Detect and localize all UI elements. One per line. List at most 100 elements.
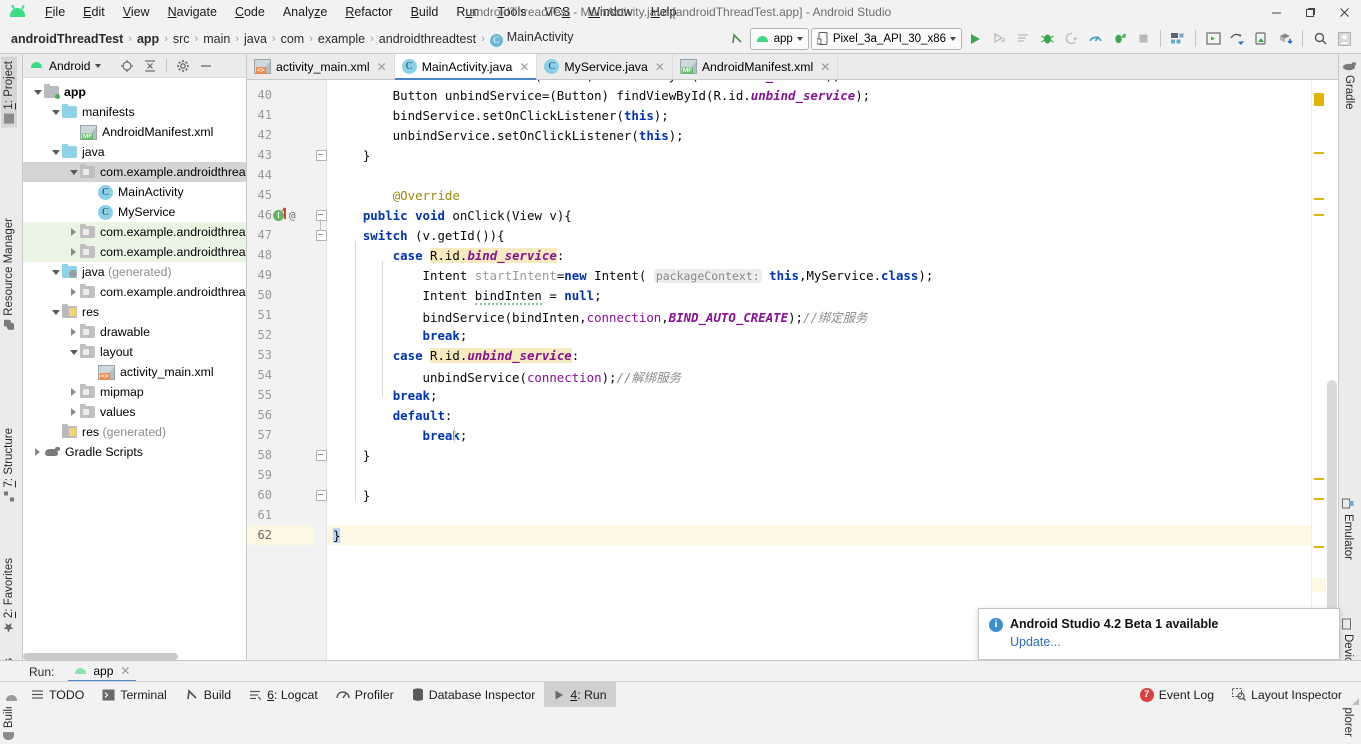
settings-gear-icon[interactable] <box>176 59 190 73</box>
breadcrumb-item-app[interactable]: app <box>134 31 162 47</box>
code-line[interactable]: @Override <box>333 188 460 203</box>
code-line[interactable]: } <box>333 528 341 543</box>
breadcrumb-item-androidthreadtest[interactable]: androidThreadTest <box>8 31 126 47</box>
breadcrumb-item-com[interactable]: com <box>278 31 308 47</box>
warning-marker[interactable] <box>1314 93 1324 106</box>
status-button-build[interactable]: Build <box>176 682 240 707</box>
right-rail-gradle[interactable]: Gradle <box>1340 56 1358 114</box>
code-line[interactable]: bindService.setOnClickListener(this); <box>333 108 669 123</box>
status-button-todo[interactable]: TODO <box>22 682 93 707</box>
code-line[interactable]: Button unbindService=(Button) findViewBy… <box>333 88 870 103</box>
menu-window[interactable]: Window <box>579 3 641 21</box>
breadcrumb-item-androidthreadtest[interactable]: androidthreadtest <box>376 31 479 47</box>
warning-marker[interactable] <box>1314 478 1324 480</box>
tree-right-arrow-icon[interactable] <box>67 288 80 296</box>
override-method-icon[interactable]: I <box>273 210 284 221</box>
editor-tab-mainactivity-java[interactable]: C MainActivity.java ✕ <box>394 54 538 80</box>
tree-node[interactable]: com.example.androidthrea <box>23 222 246 242</box>
notification-update-link[interactable]: Update... <box>1010 635 1329 649</box>
tree-node[interactable]: <> activity_main.xml <box>23 362 246 382</box>
code-line[interactable]: unbindService.setOnClickListener(this); <box>333 128 684 143</box>
attach-debugger-icon[interactable] <box>1060 28 1082 50</box>
tree-right-arrow-icon[interactable] <box>67 248 80 256</box>
code-line[interactable]: bindService(bindInten,connection,BIND_AU… <box>333 308 868 326</box>
code-line[interactable]: break; <box>333 328 468 343</box>
breadcrumb-item-java[interactable]: java <box>241 31 270 47</box>
apply-code-changes-icon[interactable] <box>1012 28 1034 50</box>
close-icon[interactable]: ✕ <box>655 60 665 74</box>
tree-node[interactable]: java (generated) <box>23 262 246 282</box>
code-line[interactable]: } <box>333 448 370 463</box>
status-button-terminal[interactable]: Terminal <box>93 682 175 707</box>
breadcrumb-item-mainactivity[interactable]: C MainActivity <box>487 29 577 48</box>
back-arrow-icon[interactable] <box>726 28 748 50</box>
maximize-button[interactable] <box>1293 0 1327 24</box>
menu-help[interactable]: Help <box>642 3 686 21</box>
editor-tab-myservice-java[interactable]: C MyService.java ✕ <box>537 54 673 79</box>
tree-node[interactable]: com.example.androidthrea <box>23 282 246 302</box>
menu-navigate[interactable]: Navigate <box>159 3 226 21</box>
run-tab-app[interactable]: app ✕ <box>68 661 137 682</box>
locate-icon[interactable] <box>120 59 134 73</box>
line-number-gutter[interactable]: 39 40 41 42 43 44 45 46 47 48 49 50 51 52 53 54 55 56 57 58… <box>247 80 314 661</box>
breadcrumb-item-src[interactable]: src <box>170 31 193 47</box>
collapse-all-icon[interactable] <box>143 59 157 73</box>
run-configuration-selector[interactable]: app <box>749 27 809 50</box>
left-rail-7-structure[interactable]: 7: Structure <box>1 424 17 505</box>
fold-gutter[interactable] <box>314 80 327 661</box>
code-fold-toggle[interactable] <box>316 210 327 221</box>
stop-icon[interactable] <box>1132 28 1154 50</box>
code-line[interactable]: } <box>333 148 370 163</box>
avd-manager-icon[interactable] <box>1167 28 1189 50</box>
notification-balloon[interactable]: i Android Studio 4.2 Beta 1 available Up… <box>978 608 1340 660</box>
code-line[interactable]: Intent startIntent=new Intent( packageCo… <box>333 268 933 283</box>
editor-scrollbar[interactable] <box>1326 80 1338 661</box>
download-icon[interactable] <box>1274 28 1296 50</box>
left-rail-resource-manager[interactable]: Resource Manager <box>1 214 17 334</box>
tree-node[interactable]: app <box>23 82 246 102</box>
tree-down-arrow-icon[interactable] <box>31 89 44 95</box>
tree-down-arrow-icon[interactable] <box>67 349 80 355</box>
status-button-event-log[interactable]: 7 Event Log <box>1131 682 1223 707</box>
editor-tab-activity_main-xml[interactable]: <> activity_main.xml ✕ <box>247 54 395 79</box>
code-fold-toggle[interactable] <box>316 450 327 461</box>
breadcrumb-item-main[interactable]: main <box>200 31 233 47</box>
code-line[interactable]: public void onClick(View v){ <box>333 208 572 223</box>
code-line[interactable]: } <box>333 488 370 503</box>
tree-right-arrow-icon[interactable] <box>67 328 80 336</box>
left-rail-2-favorites[interactable]: 2: Favorites <box>1 554 17 637</box>
status-button-profiler[interactable]: Profiler <box>327 682 403 707</box>
tree-node[interactable]: C MyService <box>23 202 246 222</box>
tree-down-arrow-icon[interactable] <box>49 149 62 155</box>
tree-node[interactable]: C MainActivity <box>23 182 246 202</box>
tree-node[interactable]: drawable <box>23 322 246 342</box>
resize-grip[interactable] <box>1352 698 1359 705</box>
warning-marker[interactable] <box>1314 498 1324 500</box>
code-fold-toggle[interactable] <box>316 230 327 241</box>
run-with-coverage-icon[interactable] <box>1108 28 1130 50</box>
code-fold-toggle[interactable] <box>316 150 327 161</box>
tree-down-arrow-icon[interactable] <box>49 309 62 315</box>
menu-tools[interactable]: Tools <box>488 3 535 21</box>
search-icon[interactable] <box>1309 28 1331 50</box>
code-line[interactable]: unbindService(connection);//解绑服务 <box>333 368 681 386</box>
menu-refactor[interactable]: Refactor <box>336 3 401 21</box>
code-editor[interactable]: 39 40 41 42 43 44 45 46 47 48 49 50 51 52 53 54 55 56 57 58… <box>247 80 1338 661</box>
tree-right-arrow-icon[interactable] <box>31 448 44 456</box>
tree-node[interactable]: Gradle Scripts <box>23 442 246 462</box>
code-line[interactable]: Intent bindInten = null; <box>333 288 602 305</box>
status-button-6-logcat[interactable]: 6: Logcat <box>240 682 327 707</box>
project-tree[interactable]: app manifests MF AndroidManifest.xml java com… <box>23 78 246 661</box>
right-rail-emulator[interactable]: Emulator <box>1340 494 1356 564</box>
device-selector[interactable]: Pixel_3a_API_30_x86 <box>810 27 962 50</box>
user-profile-icon[interactable] <box>1333 28 1355 50</box>
close-button[interactable] <box>1327 0 1361 24</box>
tree-node[interactable]: manifests <box>23 102 246 122</box>
profiler-icon[interactable] <box>1084 28 1106 50</box>
editor-tab-androidmanifest-xml[interactable]: MF AndroidManifest.xml ✕ <box>673 54 839 79</box>
tree-node[interactable]: values <box>23 402 246 422</box>
status-button-database-inspector[interactable]: Database Inspector <box>403 682 545 707</box>
tree-node[interactable]: res <box>23 302 246 322</box>
code-line[interactable]: case R.id.unbind_service: <box>333 348 579 363</box>
menu-build[interactable]: Build <box>402 3 448 21</box>
